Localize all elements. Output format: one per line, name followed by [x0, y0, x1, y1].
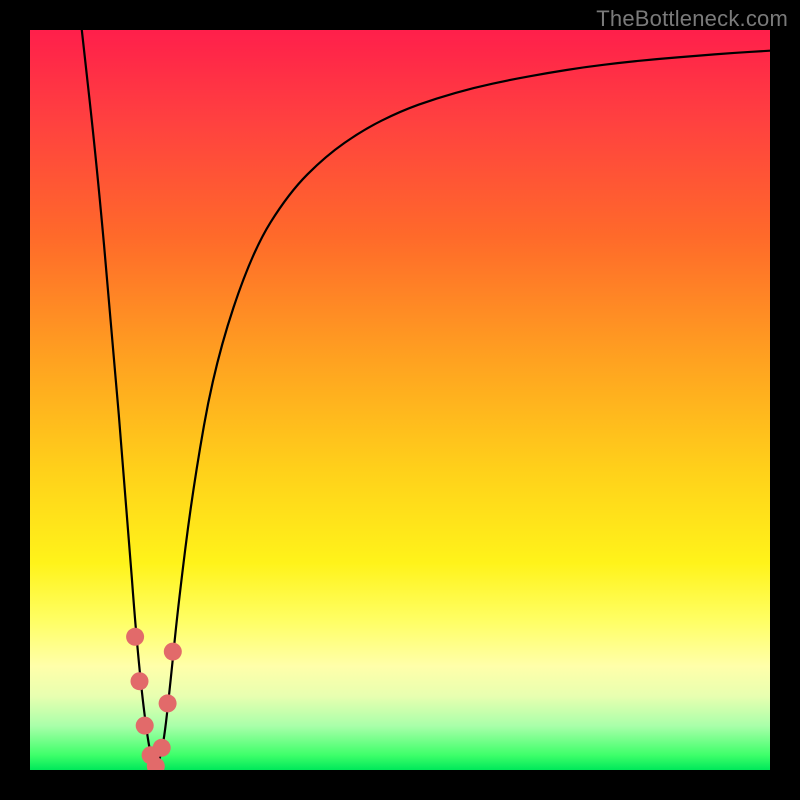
highlight-dot [164, 643, 182, 661]
highlight-dots [126, 628, 182, 770]
bottleneck-curve [30, 30, 770, 770]
highlight-dot [131, 672, 149, 690]
highlight-dot [153, 739, 171, 757]
highlight-dot [159, 694, 177, 712]
plot-area [30, 30, 770, 770]
watermark-label: TheBottleneck.com [596, 6, 788, 32]
highlight-dot [126, 628, 144, 646]
curve-path [82, 30, 770, 764]
highlight-dot [136, 717, 154, 735]
chart-frame: TheBottleneck.com [0, 0, 800, 800]
